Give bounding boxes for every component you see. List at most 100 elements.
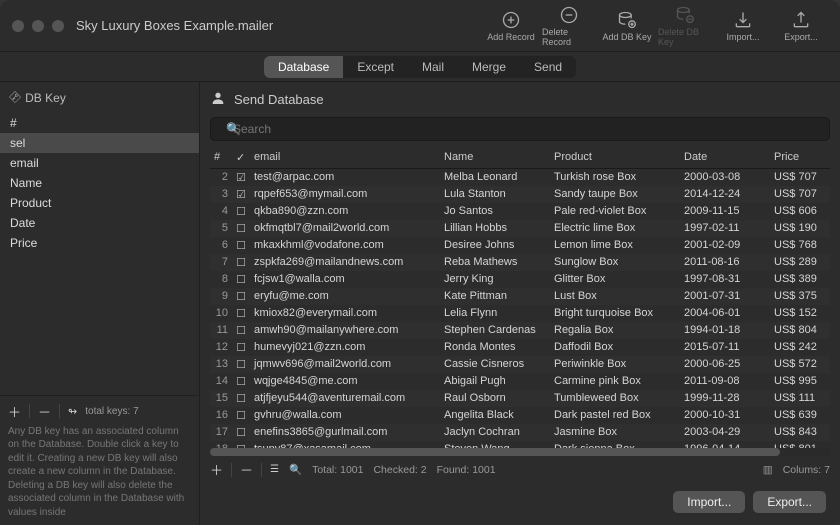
cell-date[interactable]: 2000-03-08 — [680, 170, 770, 185]
add-db-key-button[interactable]: Add DB Key — [600, 4, 654, 48]
tab-except[interactable]: Except — [343, 56, 408, 78]
cell-product[interactable]: Carmine pink Box — [550, 374, 680, 389]
cell-price[interactable]: US$ 289 — [770, 255, 828, 270]
cell-product[interactable]: Glitter Box — [550, 272, 680, 287]
row-checkbox[interactable]: ☐ — [232, 204, 250, 219]
table-row[interactable]: 10☐kmiox82@everymail.comLelia FlynnBrigh… — [210, 305, 830, 322]
tab-send[interactable]: Send — [520, 56, 576, 78]
row-checkbox[interactable]: ☐ — [232, 272, 250, 287]
cell-date[interactable]: 2001-02-09 — [680, 238, 770, 253]
cell-email[interactable]: wqjge4845@me.com — [250, 374, 440, 389]
sidebar-item-sel[interactable]: sel — [0, 133, 199, 153]
cell-name[interactable]: Desiree Johns — [440, 238, 550, 253]
cell-date[interactable]: 2004-06-01 — [680, 306, 770, 321]
cell-date[interactable]: 2000-06-25 — [680, 357, 770, 372]
table-row[interactable]: 12☐humevyj021@zzn.comRonda MontesDaffodi… — [210, 339, 830, 356]
table-row[interactable]: 2☑test@arpac.comMelba LeonardTurkish ros… — [210, 169, 830, 186]
column-header[interactable]: Name — [440, 151, 550, 164]
horizontal-scrollbar[interactable] — [210, 448, 830, 456]
column-header[interactable]: ✓ — [232, 151, 250, 164]
cell-name[interactable]: Abigail Pugh — [440, 374, 550, 389]
cell-name[interactable]: Jaclyn Cochran — [440, 425, 550, 440]
cell-product[interactable]: Bright turquoise Box — [550, 306, 680, 321]
cell-date[interactable]: 1997-08-31 — [680, 272, 770, 287]
sidebar-item-Date[interactable]: Date — [0, 213, 199, 233]
cell-price[interactable]: US$ 152 — [770, 306, 828, 321]
cell-date[interactable]: 1997-02-11 — [680, 221, 770, 236]
table-row[interactable]: 7☐zspkfa269@mailandnews.comReba MathewsS… — [210, 254, 830, 271]
export--button[interactable]: Export... — [774, 4, 828, 48]
add-record-button[interactable]: Add Record — [484, 4, 538, 48]
table-row[interactable]: 18☐tsupy87@xasamail.comSteven WangDark s… — [210, 441, 830, 448]
cell-price[interactable]: US$ 242 — [770, 340, 828, 355]
cell-name[interactable]: Cassie Cisneros — [440, 357, 550, 372]
db-key-list[interactable]: #selemailNameProductDatePrice — [0, 113, 199, 395]
cell-product[interactable]: Jasmine Box — [550, 425, 680, 440]
cell-name[interactable]: Lula Stanton — [440, 187, 550, 202]
cell-email[interactable]: atjfjeyu544@aventuremail.com — [250, 391, 440, 406]
cell-product[interactable]: Sandy taupe Box — [550, 187, 680, 202]
column-header[interactable]: email — [250, 151, 440, 164]
cell-email[interactable]: enefins3865@gurlmail.com — [250, 425, 440, 440]
table-row[interactable]: 11☐amwh90@mailanywhere.comStephen Carden… — [210, 322, 830, 339]
cell-name[interactable]: Ronda Montes — [440, 340, 550, 355]
table-row[interactable]: 5☐okfmqtbl7@mail2world.comLillian HobbsE… — [210, 220, 830, 237]
column-header[interactable]: Date — [680, 151, 770, 164]
minimize-window-button[interactable] — [32, 20, 44, 32]
cell-email[interactable]: jqmwv696@mail2world.com — [250, 357, 440, 372]
row-checkbox[interactable]: ☑ — [232, 170, 250, 185]
import-button[interactable]: Import... — [673, 491, 745, 513]
sidebar-item-Product[interactable]: Product — [0, 193, 199, 213]
cell-date[interactable]: 1999-11-28 — [680, 391, 770, 406]
cell-email[interactable]: fcjsw1@walla.com — [250, 272, 440, 287]
row-checkbox[interactable]: ☐ — [232, 374, 250, 389]
table-header[interactable]: #✓emailNameProductDatePrice — [210, 147, 830, 169]
cell-price[interactable]: US$ 606 — [770, 204, 828, 219]
column-header[interactable]: Product — [550, 151, 680, 164]
row-checkbox[interactable]: ☐ — [232, 323, 250, 338]
cell-price[interactable]: US$ 804 — [770, 323, 828, 338]
tab-merge[interactable]: Merge — [458, 56, 520, 78]
cell-price[interactable]: US$ 572 — [770, 357, 828, 372]
cell-product[interactable]: Daffodil Box — [550, 340, 680, 355]
cell-product[interactable]: Pale red-violet Box — [550, 204, 680, 219]
cell-price[interactable]: US$ 639 — [770, 408, 828, 423]
cell-product[interactable]: Tumbleweed Box — [550, 391, 680, 406]
zoom-window-button[interactable] — [52, 20, 64, 32]
more-menu-button[interactable]: ☰ — [270, 464, 279, 475]
cell-date[interactable]: 2015-07-11 — [680, 340, 770, 355]
table-row[interactable]: 6☐mkaxkhml@vodafone.comDesiree JohnsLemo… — [210, 237, 830, 254]
cell-price[interactable]: US$ 707 — [770, 170, 828, 185]
cell-price[interactable]: US$ 768 — [770, 238, 828, 253]
sidebar-item-email[interactable]: email — [0, 153, 199, 173]
export-button[interactable]: Export... — [753, 491, 826, 513]
remove-key-button[interactable]: － — [38, 402, 51, 421]
cell-email[interactable]: rqpef653@mymail.com — [250, 187, 440, 202]
sidebar-item-Name[interactable]: Name — [0, 173, 199, 193]
cell-name[interactable]: Kate Pittman — [440, 289, 550, 304]
column-header[interactable]: Price — [770, 151, 828, 164]
cell-email[interactable]: qkba890@zzn.com — [250, 204, 440, 219]
add-row-button[interactable]: ＋ — [210, 460, 223, 479]
sidebar-item-hash[interactable]: # — [0, 113, 199, 133]
cell-date[interactable]: 2000-10-31 — [680, 408, 770, 423]
cell-email[interactable]: humevyj021@zzn.com — [250, 340, 440, 355]
table-row[interactable]: 16☐gvhru@walla.comAngelita BlackDark pas… — [210, 407, 830, 424]
table-row[interactable]: 15☐atjfjeyu544@aventuremail.comRaul Osbo… — [210, 390, 830, 407]
cell-date[interactable]: 2003-04-29 — [680, 425, 770, 440]
row-checkbox[interactable]: ☐ — [232, 340, 250, 355]
cell-date[interactable]: 2009-11-15 — [680, 204, 770, 219]
cell-product[interactable]: Sunglow Box — [550, 255, 680, 270]
row-checkbox[interactable]: ☐ — [232, 289, 250, 304]
table-row[interactable]: 13☐jqmwv696@mail2world.comCassie Cisnero… — [210, 356, 830, 373]
import--button[interactable]: Import... — [716, 4, 770, 48]
add-key-button[interactable]: ＋ — [8, 402, 21, 421]
row-checkbox[interactable]: ☐ — [232, 425, 250, 440]
cell-email[interactable]: eryfu@me.com — [250, 289, 440, 304]
cell-price[interactable]: US$ 389 — [770, 272, 828, 287]
table-row[interactable]: 14☐wqjge4845@me.comAbigail PughCarmine p… — [210, 373, 830, 390]
cell-email[interactable]: kmiox82@everymail.com — [250, 306, 440, 321]
cell-date[interactable]: 2014-12-24 — [680, 187, 770, 202]
table-row[interactable]: 17☐enefins3865@gurlmail.comJaclyn Cochra… — [210, 424, 830, 441]
cell-email[interactable]: gvhru@walla.com — [250, 408, 440, 423]
